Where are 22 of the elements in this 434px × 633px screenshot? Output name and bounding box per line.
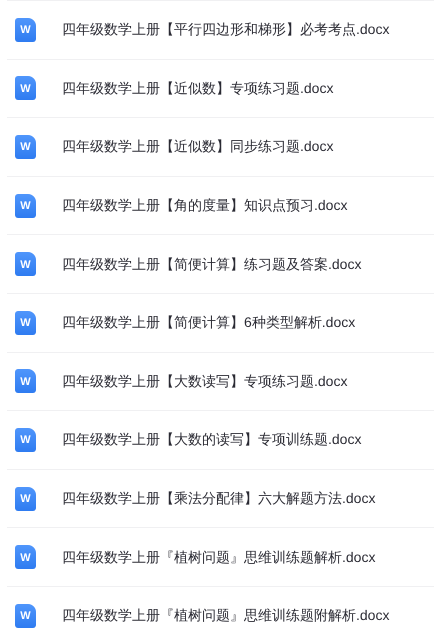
file-name[interactable]: 四年级数学上册『植树问题』思维训练题解析.docx (62, 546, 376, 568)
file-name[interactable]: 四年级数学上册【平行四边形和梯形】必考考点.docx (62, 19, 390, 40)
word-file-icon: W (15, 76, 36, 100)
word-file-icon: W (15, 486, 36, 511)
file-name[interactable]: 四年级数学上册【角的度量】知识点预习.docx (62, 195, 348, 216)
file-name[interactable]: 四年级数学上册【大数的读写】专项训练题.docx (62, 429, 362, 450)
word-file-icon: W (15, 18, 36, 42)
word-file-icon: W (15, 134, 36, 159)
file-name[interactable]: 四年级数学上册【近似数】同步练习题.docx (62, 136, 334, 158)
word-file-icon: W (15, 310, 36, 335)
file-name[interactable]: 四年级数学上册【乘法分配律】六大解题方法.docx (62, 488, 376, 510)
word-file-icon: W (15, 252, 36, 276)
file-name[interactable]: 四年级数学上册【大数读写】专项练习题.docx (62, 370, 348, 392)
file-name[interactable]: 四年级数学上册【近似数】专项练习题.docx (62, 78, 334, 99)
word-file-icon: W (15, 428, 36, 452)
word-file-icon: W (15, 545, 36, 570)
word-file-icon: W (15, 604, 36, 628)
file-name[interactable]: 四年级数学上册『植树问题』思维训练题附解析.docx (62, 605, 390, 626)
file-name[interactable]: 四年级数学上册【简便计算】6种类型解析.docx (62, 312, 356, 334)
word-file-icon: W (15, 369, 36, 394)
file-name[interactable]: 四年级数学上册【简便计算】练习题及答案.docx (62, 254, 362, 275)
word-file-icon: W (15, 194, 36, 218)
